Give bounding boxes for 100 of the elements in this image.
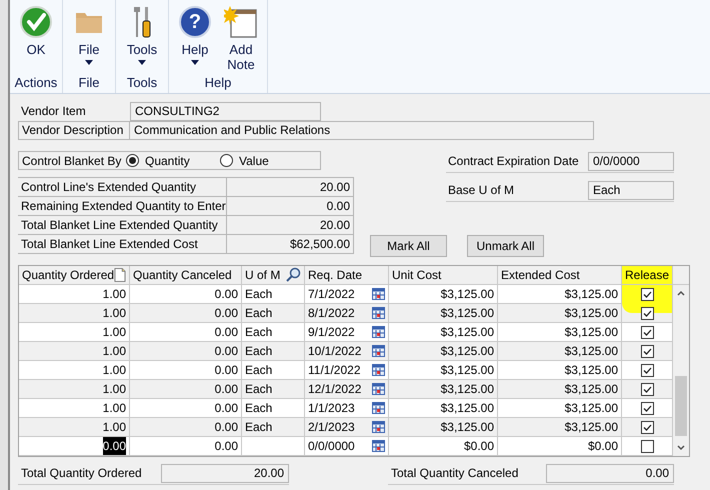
table-cell-text: 1.00 bbox=[102, 419, 126, 436]
table-cell-text: 0.00 bbox=[214, 381, 238, 398]
search-icon[interactable] bbox=[285, 267, 301, 283]
table-cell-text: 0.00 bbox=[214, 438, 238, 455]
column-header[interactable]: Release bbox=[625, 266, 670, 284]
field-label: Control Line's Extended Quantity bbox=[20, 179, 198, 196]
table-cell-text: $3,125.00 bbox=[440, 305, 494, 322]
table-cell-text: Each bbox=[245, 343, 272, 360]
checkbox[interactable] bbox=[640, 420, 654, 434]
table-cell-text: 2/1/2023 bbox=[308, 419, 355, 436]
table-cell-text: 0.00 bbox=[214, 400, 238, 417]
table-cell-text: 8/1/2022 bbox=[308, 305, 355, 322]
column-header[interactable]: Req. Date bbox=[308, 266, 362, 284]
field-label: Total Quantity Ordered bbox=[20, 465, 143, 482]
calendar-icon[interactable] bbox=[372, 345, 385, 357]
button[interactable]: Unmark All bbox=[467, 235, 544, 257]
column-header[interactable]: Extended Cost bbox=[501, 266, 580, 284]
input-field[interactable]: 0.00 bbox=[546, 464, 674, 483]
table-cell-text: 1.00 bbox=[102, 286, 126, 303]
radio-option[interactable]: Value bbox=[220, 152, 314, 170]
input-field[interactable]: 20.00 bbox=[161, 464, 289, 483]
table-cell-text: Each bbox=[245, 381, 272, 398]
table-cell-text: 1.00 bbox=[102, 381, 126, 398]
field-label: Contract Expiration Date bbox=[447, 153, 580, 170]
column-header[interactable]: U of M bbox=[245, 266, 280, 284]
scrollbar[interactable] bbox=[673, 285, 689, 456]
field-label: Total Quantity Canceled bbox=[390, 465, 520, 482]
caret-icon bbox=[85, 60, 93, 65]
ribbon-button[interactable]: Add Note bbox=[219, 4, 263, 72]
group-label: File bbox=[78, 74, 100, 92]
scroll-thumb[interactable] bbox=[675, 376, 687, 436]
calendar-icon[interactable] bbox=[372, 307, 385, 319]
field-label: Remaining Extended Quantity to Enter bbox=[20, 198, 226, 215]
group-label: Help bbox=[204, 74, 232, 92]
calendar-icon[interactable] bbox=[372, 364, 385, 376]
input-field[interactable]: Each bbox=[588, 181, 674, 200]
checkbox[interactable] bbox=[640, 344, 654, 358]
table-cell-text: $3,125.00 bbox=[440, 419, 494, 436]
calendar-icon[interactable] bbox=[372, 383, 385, 395]
table-cell-text: 1/1/2023 bbox=[308, 400, 355, 417]
table-cell-text: $3,125.00 bbox=[440, 400, 494, 417]
table-cell-text: 0.00 bbox=[214, 324, 238, 341]
table-cell-text: 0.00 bbox=[214, 305, 238, 322]
input-field[interactable]: $62,500.00 bbox=[226, 235, 354, 253]
scroll-up-icon[interactable] bbox=[676, 288, 686, 298]
table-cell-text: 12/1/2022 bbox=[308, 381, 362, 398]
table-cell-text: 0/0/0000 bbox=[308, 438, 355, 455]
table-cell-text: $3,125.00 bbox=[564, 362, 618, 379]
checkbox[interactable] bbox=[640, 326, 654, 338]
column-header[interactable]: Quantity Canceled bbox=[133, 266, 232, 284]
table-cell-text: $3,125.00 bbox=[440, 381, 494, 398]
checkbox[interactable] bbox=[640, 440, 654, 452]
table-cell-text: Each bbox=[245, 324, 272, 341]
column-header[interactable]: Unit Cost bbox=[392, 266, 442, 284]
note-icon[interactable] bbox=[114, 267, 126, 283]
column-header[interactable]: Quantity Ordered bbox=[22, 266, 114, 284]
help-icon: ? bbox=[179, 6, 211, 38]
checkbox[interactable] bbox=[640, 364, 654, 376]
table-cell-text: $3,125.00 bbox=[564, 419, 618, 436]
calendar-icon[interactable] bbox=[372, 402, 385, 414]
folder-icon bbox=[75, 10, 103, 34]
checkbox[interactable] bbox=[640, 402, 654, 414]
ribbon-button[interactable]: ? Help bbox=[173, 4, 217, 72]
button[interactable]: Mark All bbox=[370, 235, 447, 257]
scroll-down-icon[interactable] bbox=[676, 443, 686, 453]
input-field[interactable]: 0.00 bbox=[226, 197, 354, 215]
table-cell-text: $0.00 bbox=[588, 438, 618, 455]
ribbon-button[interactable]: Tools bbox=[120, 4, 164, 72]
field-label: Control Blanket By bbox=[22, 152, 122, 170]
field-label: Total Blanket Line Extended Cost bbox=[20, 236, 199, 253]
field-label: Base U of M bbox=[447, 182, 516, 199]
table-cell-text: Each bbox=[245, 305, 272, 322]
table-cell-text: $3,125.00 bbox=[564, 324, 618, 341]
table-cell-text: $0.00 bbox=[464, 438, 494, 455]
field-label: Vendor Item bbox=[20, 103, 87, 120]
note-icon bbox=[224, 5, 258, 39]
ribbon-button[interactable]: OK bbox=[14, 4, 58, 72]
ribbon-button[interactable]: File bbox=[67, 4, 111, 72]
table-cell-text: $3,125.00 bbox=[440, 343, 494, 360]
input-field[interactable]: 0/0/0000 bbox=[588, 152, 674, 171]
input-field[interactable]: 20.00 bbox=[226, 216, 354, 234]
table-cell-text: 1.00 bbox=[102, 362, 126, 379]
table-cell-text: 10/1/2022 bbox=[308, 343, 362, 360]
table-cell-text: $3,125.00 bbox=[564, 286, 618, 303]
calendar-icon[interactable] bbox=[372, 440, 385, 452]
checkbox[interactable] bbox=[640, 382, 654, 396]
group-label: Tools bbox=[126, 74, 158, 92]
caret-icon bbox=[191, 60, 199, 65]
input-field[interactable]: CONSULTING2 bbox=[130, 102, 321, 121]
input-field[interactable]: 20.00 bbox=[226, 178, 354, 196]
table-cell-text: $3,125.00 bbox=[440, 362, 494, 379]
calendar-icon[interactable] bbox=[372, 288, 385, 300]
table-cell-text: $3,125.00 bbox=[564, 400, 618, 417]
group-label: Actions bbox=[14, 74, 58, 92]
radio-option[interactable]: Quantity bbox=[126, 152, 220, 170]
table-cell-text: $3,125.00 bbox=[564, 343, 618, 360]
table-cell-text: 0.00 bbox=[214, 286, 238, 303]
table-cell-text: 0.00 bbox=[214, 362, 238, 379]
calendar-icon[interactable] bbox=[372, 421, 385, 433]
calendar-icon[interactable] bbox=[372, 326, 385, 338]
